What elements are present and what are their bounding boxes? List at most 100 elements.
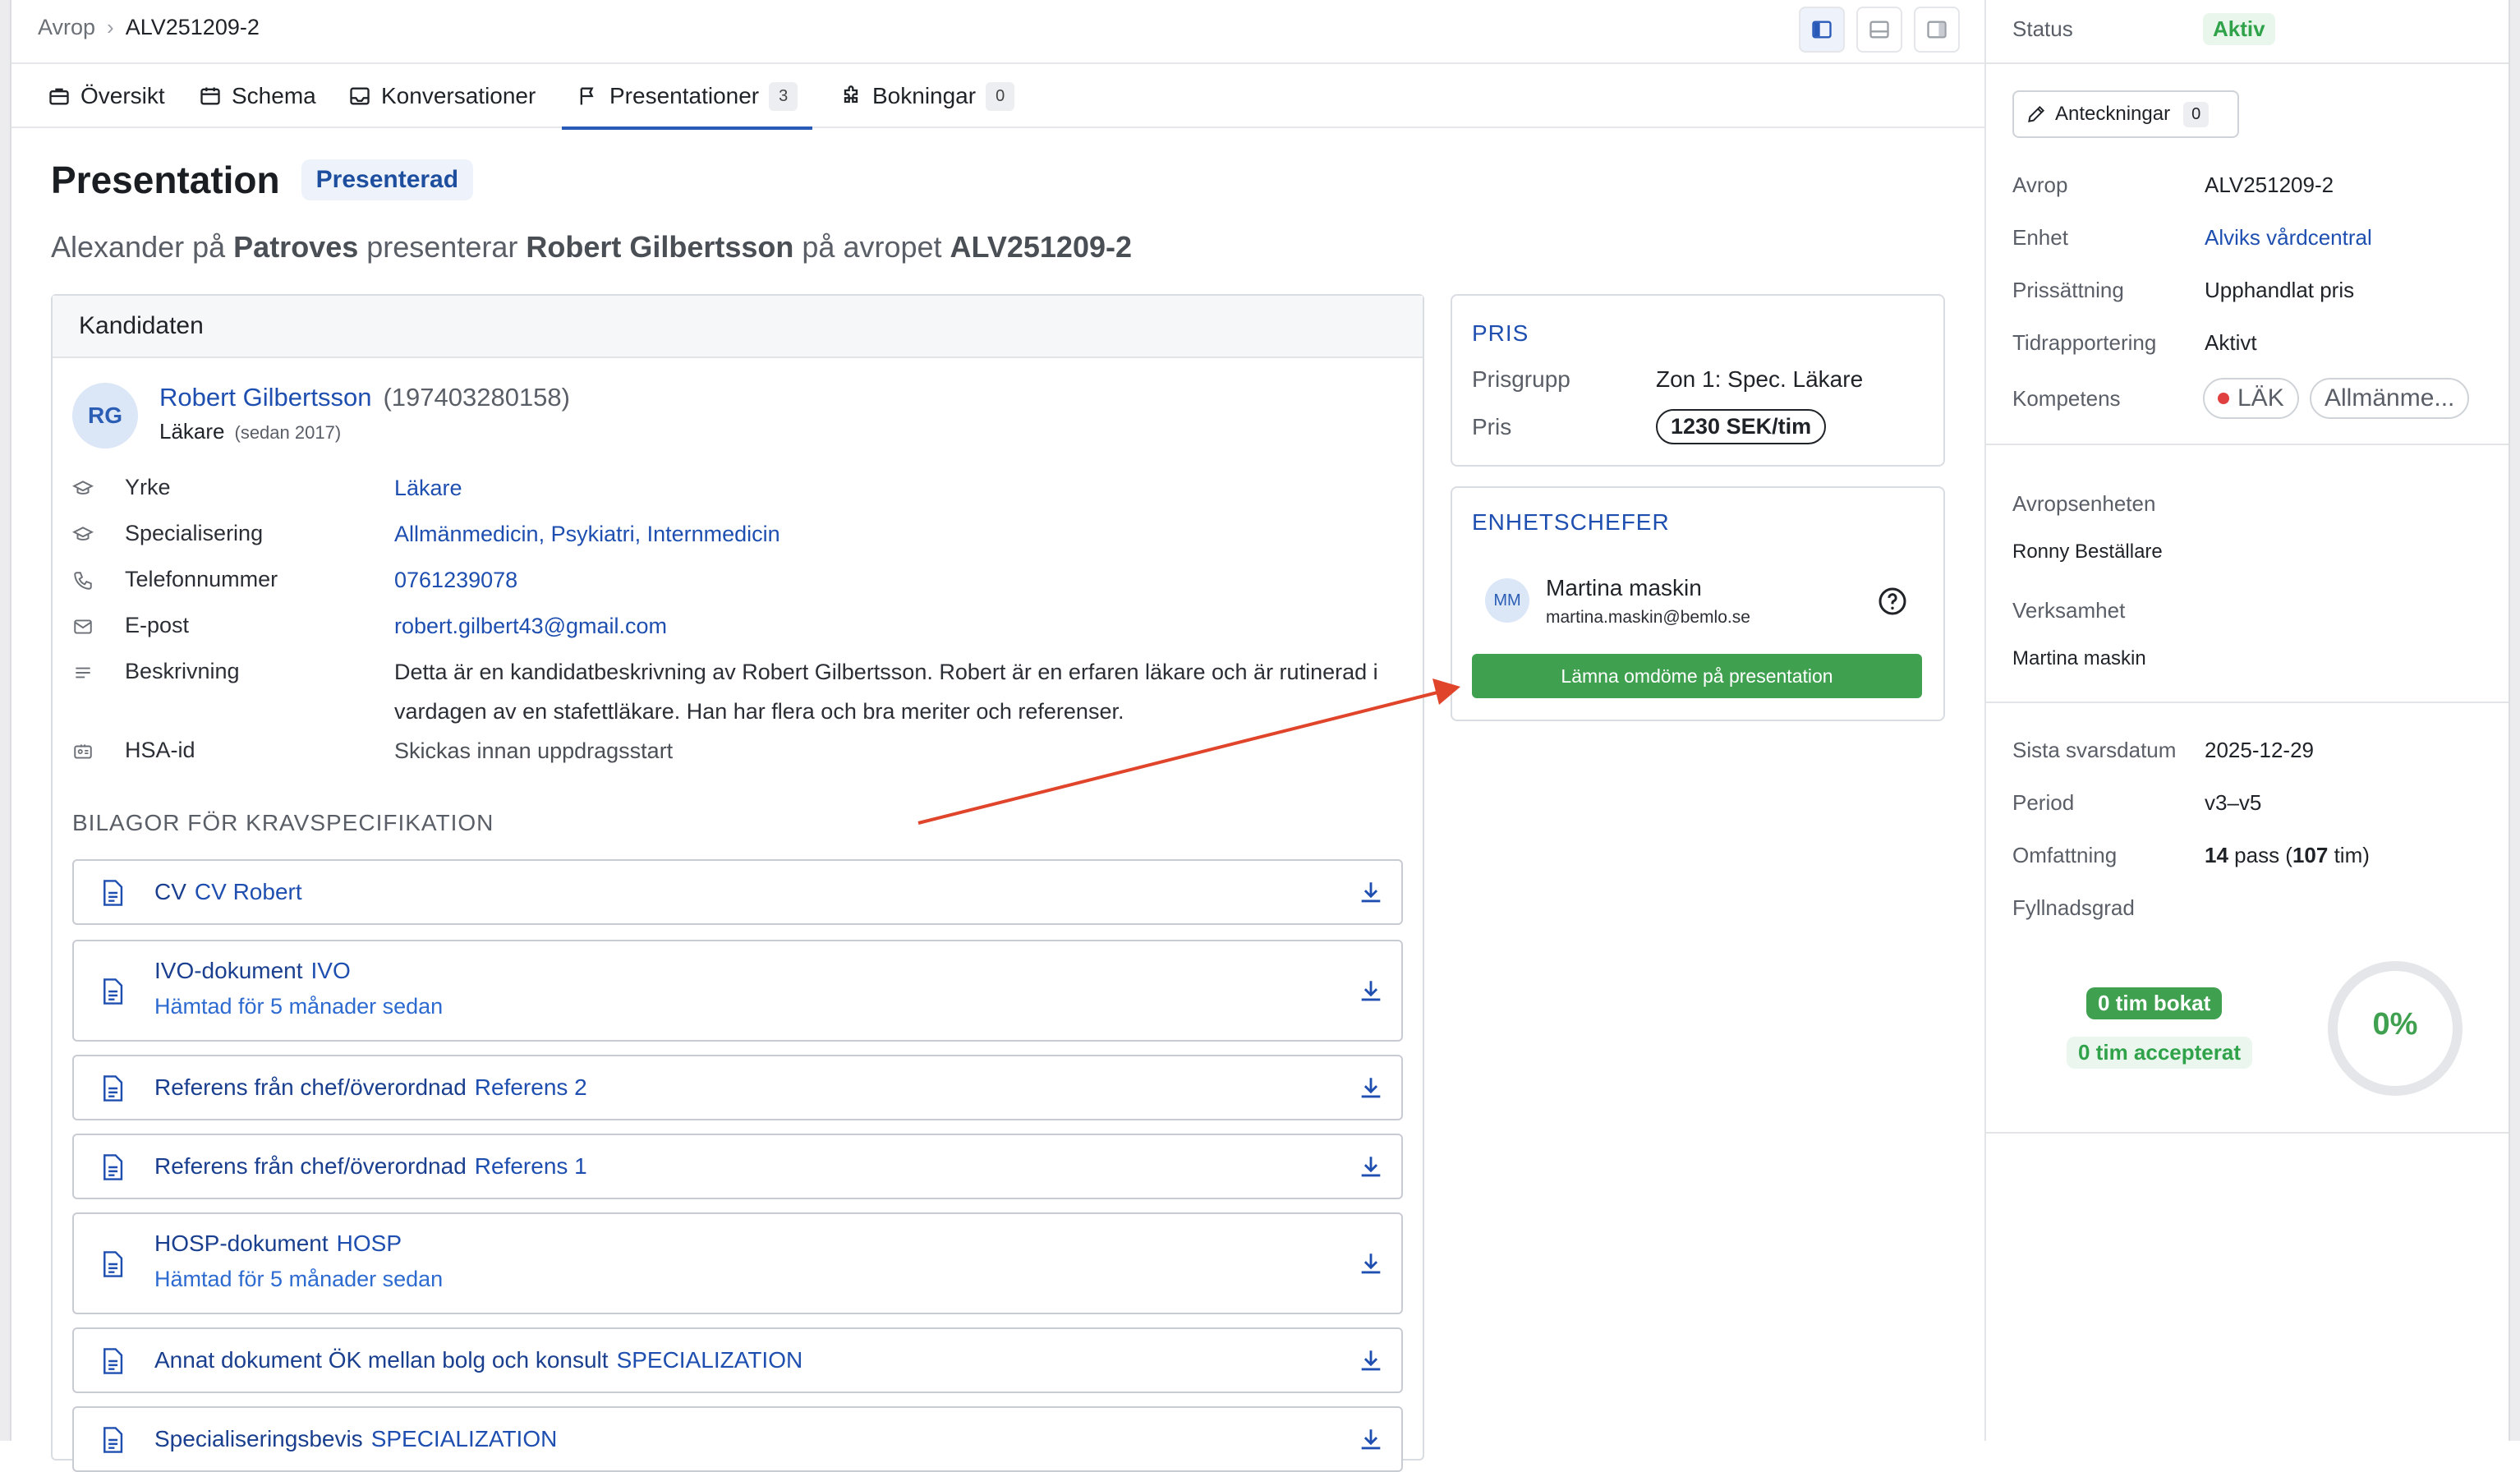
document-icon — [100, 1347, 125, 1375]
attachment-name: CV Robert — [194, 879, 302, 904]
competence-label: Kompetens — [2012, 386, 2121, 411]
download-icon[interactable] — [1357, 1426, 1385, 1454]
deadline-value: 2025-12-29 — [2205, 738, 2314, 762]
panel-bottom-icon — [1869, 21, 1889, 39]
notes-button[interactable]: Anteckningar 0 — [2012, 90, 2239, 138]
attachment-item[interactable]: CV CV Robert — [72, 859, 1403, 925]
tab-bokningar[interactable]: Bokningar 0 — [839, 64, 1015, 128]
attachment-item[interactable]: Referens från chef/överordnad Referens 1 — [72, 1134, 1403, 1199]
price-group-value: Zon 1: Spec. Läkare — [1656, 366, 1864, 392]
attachment-fetched: Hämtad för 5 månader sedan — [154, 994, 444, 1019]
field-value[interactable]: robert.gilbert43@gmail.com — [394, 606, 1413, 646]
main-panel: Avrop › ALV251209-2 Översikt Schema Konv… — [11, 0, 1984, 1472]
calendar-icon — [200, 87, 220, 105]
page-subtitle: Alexander på Patroves presenterar Robert… — [51, 230, 1132, 264]
attachment-name: Referens 2 — [474, 1074, 587, 1100]
field-label: Telefonnummer — [125, 567, 278, 591]
document-icon — [100, 1074, 125, 1102]
subtitle-text: på avropet — [793, 230, 950, 264]
leave-review-button[interactable]: Lämna omdöme på presentation — [1472, 654, 1922, 698]
detail-label: Prissättning — [2012, 278, 2124, 302]
download-icon[interactable] — [1357, 1153, 1385, 1181]
period-label: Period — [2012, 790, 2075, 815]
phone-icon — [72, 570, 97, 595]
document-icon — [100, 978, 125, 1005]
field-label: Yrke — [125, 475, 171, 499]
graduation-cap-icon — [71, 478, 97, 503]
tab-oversikt[interactable]: Översikt — [48, 64, 165, 128]
document-icon — [100, 1153, 125, 1181]
attachment-item[interactable]: HOSP-dokument HOSP Hämtad för 5 månader s… — [72, 1212, 1403, 1314]
field-label: Specialisering — [125, 521, 264, 545]
detail-label: Enhet — [2012, 225, 2068, 250]
layout-right-panel-button[interactable] — [1914, 7, 1960, 53]
attachment-item[interactable]: IVO-dokument IVO Hämtad för 5 månader sed… — [72, 940, 1403, 1042]
scope-value: 14 pass (107 tim) — [2205, 843, 2370, 868]
avatar: MM — [1485, 578, 1529, 623]
tab-count-badge: 3 — [769, 81, 798, 111]
attachment-item[interactable]: Referens från chef/överordnad Referens 2 — [72, 1055, 1403, 1120]
detail-value: ALV251209-2 — [2205, 172, 2334, 197]
status-badge: Presenterad — [301, 159, 474, 200]
page-title: Presentation — [51, 159, 280, 201]
candidate-personal-number: (197403280158) — [383, 383, 570, 412]
field-value[interactable]: Allmänmedicin, Psykiatri, Internmedicin — [394, 514, 1413, 554]
attachment-title: Annat dokument ÖK mellan bolg och konsul… — [154, 1347, 802, 1373]
period-value: v3–v5 — [2205, 790, 2262, 815]
attachment-name: SPECIALIZATION — [370, 1426, 558, 1451]
subtitle-text: presenterar — [358, 230, 527, 264]
help-circle-icon[interactable] — [1876, 585, 1909, 618]
subtitle-person: Alexander — [51, 230, 185, 264]
mail-icon — [72, 616, 97, 641]
scope-hours: 107 — [2292, 843, 2329, 867]
attachment-title: Referens från chef/överordnad Referens 1 — [154, 1153, 587, 1180]
attachment-title: HOSP-dokument HOSP — [154, 1230, 402, 1257]
candidate-name-row: Robert Gilbertsson (197403280158) — [159, 383, 570, 412]
id-card-icon — [72, 741, 97, 766]
candidate-name-link[interactable]: Robert Gilbertsson — [159, 383, 371, 412]
inbox-icon — [350, 87, 370, 105]
download-icon[interactable] — [1357, 978, 1385, 1005]
field-value[interactable]: 0761239078 — [394, 560, 1413, 600]
field-label: E-post — [125, 613, 190, 637]
subtitle-candidate: Robert Gilbertsson — [526, 230, 794, 264]
tab-label: Presentationer — [609, 83, 760, 108]
scope-text: tim) — [2328, 843, 2370, 867]
subtitle-text: på — [184, 230, 234, 264]
candidate-role: Läkare — [159, 419, 225, 444]
detail-label: Tidrapportering — [2012, 330, 2157, 355]
field-value[interactable]: Läkare — [394, 468, 1413, 508]
tab-label: Schema — [232, 83, 316, 108]
tab-presentationer[interactable]: Presentationer 3 — [561, 64, 813, 130]
layout-bottom-panel-button[interactable] — [1856, 7, 1902, 53]
attachment-type: HOSP-dokument — [154, 1230, 329, 1256]
attachment-name: Referens 1 — [474, 1153, 587, 1179]
attachment-title: Referens från chef/överordnad Referens 2 — [154, 1074, 587, 1101]
price-value-badge: 1230 SEK/tim — [1656, 409, 1827, 444]
download-icon[interactable] — [1357, 879, 1385, 907]
unit-link[interactable]: Alviks vårdcentral — [2205, 225, 2372, 251]
detail-label: Avrop — [2012, 172, 2068, 197]
attachment-title: CV CV Robert — [154, 879, 302, 905]
download-icon[interactable] — [1357, 1347, 1385, 1375]
status-badge: Aktiv — [2203, 13, 2275, 45]
attachment-item[interactable]: Specialiseringsbevis SPECIALIZATION — [72, 1406, 1403, 1472]
graduation-cap-icon — [71, 524, 97, 549]
layout-left-panel-button[interactable] — [1799, 7, 1845, 53]
download-icon[interactable] — [1357, 1074, 1385, 1102]
download-icon[interactable] — [1357, 1250, 1385, 1278]
tab-konversationer[interactable]: Konversationer — [348, 64, 536, 128]
tab-schema[interactable]: Schema — [199, 64, 316, 128]
unit-label: Avropsenheten — [2012, 491, 2156, 516]
detail-value: Aktivt — [2205, 330, 2257, 355]
chip-label: Allmänme... — [2325, 384, 2455, 412]
tab-bar: Översikt Schema Konversationer Presentat… — [11, 64, 1984, 130]
business-value: Martina maskin — [2012, 647, 2146, 669]
window-frame-left — [0, 0, 11, 1441]
fill-label: Fyllnadsgrad — [2012, 895, 2135, 920]
breadcrumb-root[interactable]: Avrop — [38, 15, 95, 40]
sidebar-left-icon — [1812, 21, 1832, 39]
subtitle-ref: ALV251209-2 — [950, 230, 1132, 264]
tab-label: Bokningar — [872, 83, 977, 108]
attachment-item[interactable]: Annat dokument ÖK mellan bolg och konsul… — [72, 1327, 1403, 1393]
